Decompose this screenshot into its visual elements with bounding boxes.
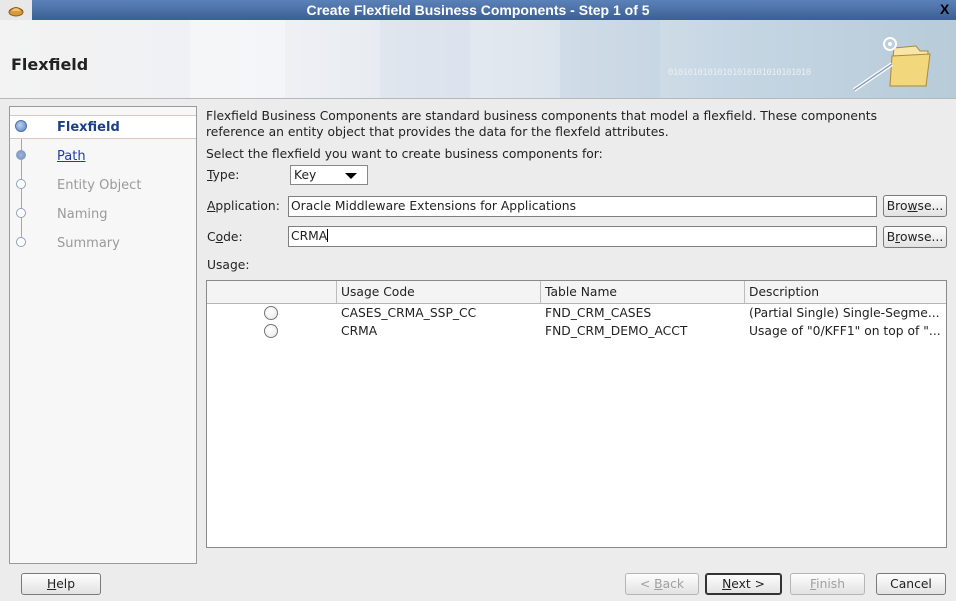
label-text: ype: xyxy=(212,168,240,182)
row-radio-button[interactable] xyxy=(264,324,278,338)
description-line: Flexfield Business Components are standa… xyxy=(206,109,878,123)
usage-table: Usage Code Table Name Description CASES_… xyxy=(206,280,947,548)
selection-prompt: Select the flexfield you want to create … xyxy=(206,147,603,161)
label-text: pplication: xyxy=(215,199,280,213)
wizard-steps-panel: Flexfield Path Entity Object Naming Summ… xyxy=(9,106,197,564)
step-icon xyxy=(16,208,26,218)
table-row[interactable]: CASES_CRMA_SSP_CC FND_CRM_CASES (Partial… xyxy=(207,304,946,322)
help-button[interactable]: Help xyxy=(21,573,101,595)
mnemonic: w xyxy=(907,199,918,213)
text-cursor xyxy=(327,229,329,242)
banner-band xyxy=(190,20,285,98)
header-banner: Flexfield 01010101010101010101010101010 xyxy=(0,20,956,99)
mnemonic: N xyxy=(722,577,732,591)
page-title: Flexfield xyxy=(11,55,89,74)
label-text: C xyxy=(207,230,216,244)
wizard-folder-icon xyxy=(846,24,936,99)
label-text: elp xyxy=(56,577,76,591)
code-browse-button[interactable]: Browse... xyxy=(883,226,947,248)
step-summary: Summary xyxy=(10,232,196,254)
code-field-value: CRMA xyxy=(291,229,328,243)
type-select-value: Key xyxy=(294,168,317,182)
label-text: B xyxy=(886,230,896,244)
application-label: Application: xyxy=(207,199,280,213)
table-name-cell: FND_CRM_CASES xyxy=(545,306,652,320)
step-path[interactable]: Path xyxy=(10,145,196,167)
description-cell: Usage of "0/KFF1" on top of "... xyxy=(749,324,941,338)
cancel-button[interactable]: Cancel xyxy=(876,573,946,595)
label-text: ack xyxy=(662,577,685,591)
type-label: Type: xyxy=(207,168,239,182)
label-text: ext > xyxy=(731,577,765,591)
finish-button[interactable]: Finish xyxy=(790,573,865,595)
page-description: Flexfield Business Components are standa… xyxy=(206,108,946,140)
usage-code-cell: CASES_CRMA_SSP_CC xyxy=(341,306,477,320)
step-label: Path xyxy=(57,149,86,164)
step-icon xyxy=(16,237,26,247)
step-entity-object: Entity Object xyxy=(10,174,196,196)
table-name-cell: FND_CRM_DEMO_ACCT xyxy=(545,324,688,338)
code-label: Code: xyxy=(207,230,243,244)
step-icon xyxy=(16,150,26,160)
window-titlebar[interactable]: Create Flexfield Business Components - S… xyxy=(0,0,956,20)
row-radio-button[interactable] xyxy=(264,306,278,320)
label-text: Bro xyxy=(886,199,908,213)
label-text: owse... xyxy=(899,230,944,244)
column-header-select[interactable] xyxy=(207,281,337,303)
table-header: Usage Code Table Name Description xyxy=(207,281,946,304)
banner-binary-text: 01010101010101010101010101010 xyxy=(668,68,811,78)
step-label: Naming xyxy=(57,207,108,222)
banner-band xyxy=(560,20,660,98)
description-line: reference an entity object that provides… xyxy=(206,125,669,139)
step-label: Entity Object xyxy=(57,178,142,193)
window-title: Create Flexfield Business Components - S… xyxy=(306,2,650,18)
application-browse-button[interactable]: Browse... xyxy=(883,195,947,217)
step-flexfield[interactable]: Flexfield xyxy=(10,115,196,139)
usage-label: Usage: xyxy=(207,258,250,272)
step-icon xyxy=(16,179,26,189)
label-text: inish xyxy=(816,577,845,591)
code-field[interactable]: CRMA xyxy=(288,226,877,247)
mnemonic: B xyxy=(654,577,663,591)
label-text: de: xyxy=(223,230,243,244)
description-cell: (Partial Single) Single-Segme... xyxy=(749,306,940,320)
table-row[interactable]: CRMA FND_CRM_DEMO_ACCT Usage of "0/KFF1"… xyxy=(207,322,946,340)
column-header-table-name[interactable]: Table Name xyxy=(541,281,745,303)
usage-code-cell: CRMA xyxy=(341,324,378,338)
row-select-cell xyxy=(207,322,337,340)
next-button[interactable]: Next > xyxy=(705,573,782,595)
close-icon[interactable]: X xyxy=(940,1,954,19)
column-header-description[interactable]: Description xyxy=(745,281,946,303)
step-label: Flexfield xyxy=(57,120,120,135)
chevron-down-icon xyxy=(345,173,357,179)
label-text: < xyxy=(639,577,655,591)
row-select-cell xyxy=(207,304,337,322)
mnemonic: o xyxy=(215,230,224,244)
back-button[interactable]: < Back xyxy=(625,573,699,595)
type-select[interactable]: Key xyxy=(290,165,368,185)
banner-band xyxy=(380,20,470,98)
step-naming: Naming xyxy=(10,203,196,225)
step-label: Summary xyxy=(57,236,120,251)
step-active-icon xyxy=(15,120,27,132)
column-header-usage-code[interactable]: Usage Code xyxy=(337,281,541,303)
application-field[interactable]: Oracle Middleware Extensions for Applica… xyxy=(288,196,877,217)
label-text: se... xyxy=(917,199,944,213)
mnemonic: H xyxy=(46,577,57,591)
